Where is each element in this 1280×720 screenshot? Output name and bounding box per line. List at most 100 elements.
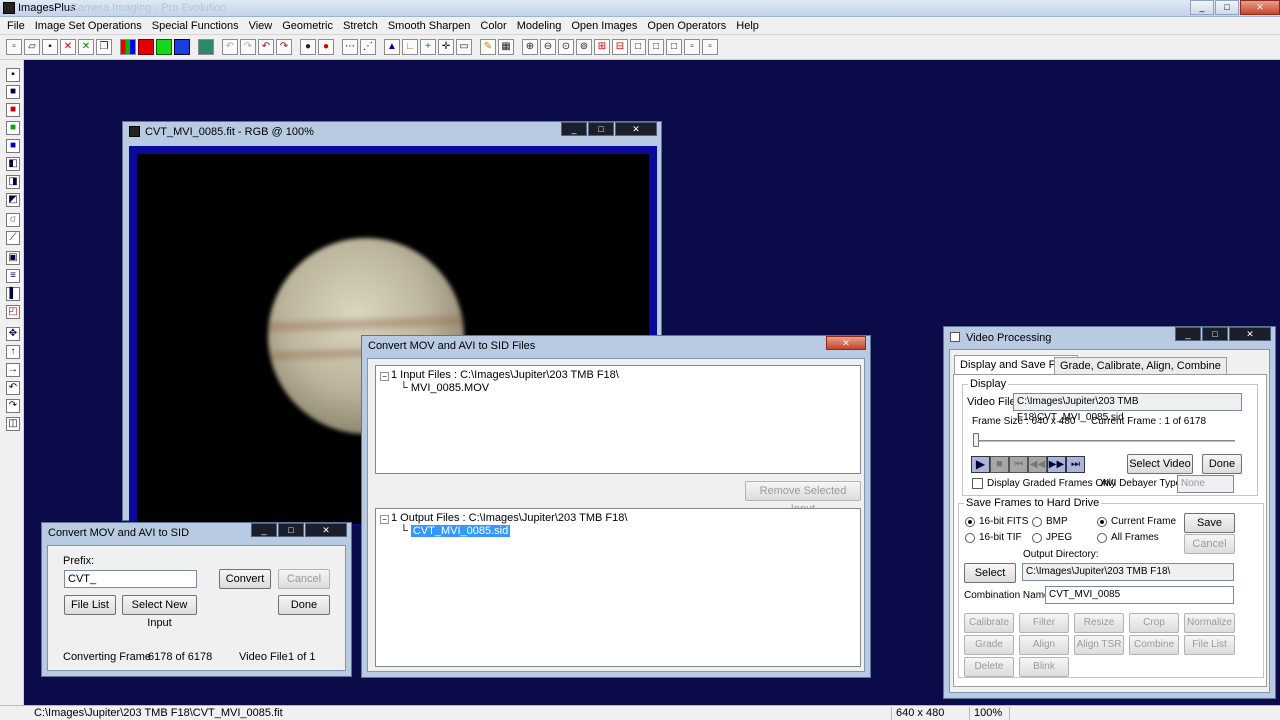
bar-tool-icon[interactable]: ▌ [6,287,20,301]
play-icon[interactable]: ▶ [971,456,990,473]
convert-small-minimize[interactable]: _ [251,523,277,537]
output-files-root[interactable]: −1 Output Files : C:\Images\Jupiter\203 … [380,512,627,524]
image-window-minimize[interactable]: _ [561,122,587,136]
image-window-maximize[interactable]: □ [588,122,614,136]
menu-modeling[interactable]: Modeling [512,18,567,34]
zoom-out-icon[interactable]: ⊖ [540,39,556,55]
last-frame-icon[interactable]: ⏭ [1066,456,1085,473]
video-processing-close[interactable]: ✕ [1229,327,1271,341]
file-list-button[interactable]: File List [1184,635,1235,655]
resize-button[interactable]: Resize [1074,613,1124,633]
cancel-button[interactable]: Cancel [278,569,330,589]
dots-icon[interactable]: ⋯ [342,39,358,55]
zoom-fit-icon[interactable]: ⊙ [558,39,574,55]
copy-icon[interactable]: ❐ [96,39,112,55]
jpeg-radio[interactable] [1032,533,1042,543]
menu-open-images[interactable]: Open Images [566,18,642,34]
menu-geometric[interactable]: Geometric [277,18,338,34]
undo-icon[interactable]: ↶ [222,39,238,55]
grade-button[interactable]: Grade [964,635,1014,655]
save-cancel-button[interactable]: Cancel [1184,534,1235,554]
redo-red-icon[interactable]: ↷ [276,39,292,55]
green-channel-icon[interactable] [156,39,172,55]
crosshair-plus-icon[interactable]: ✛ [438,39,454,55]
minimize-button[interactable]: _ [1190,0,1214,15]
normalize-button[interactable]: Normalize [1184,613,1235,633]
stop-icon[interactable]: ■ [990,456,1009,473]
rotate-left-tool-icon[interactable]: ↶ [6,381,20,395]
output-file-item[interactable]: └ CVT_MVI_0085.sid [400,525,511,537]
graded-only-checkbox[interactable] [972,478,983,489]
debayer-select[interactable]: None [1177,475,1234,493]
plus-box-icon[interactable]: ⊞ [594,39,610,55]
convert-small-close[interactable]: ✕ [305,523,347,537]
menu-image-set-operations[interactable]: Image Set Operations [30,18,147,34]
blink-button[interactable]: Blink [1019,657,1069,677]
align-tsr-button[interactable]: Align TSR [1074,635,1124,655]
minus-box-icon[interactable]: ⊟ [612,39,628,55]
region-tool-icon[interactable]: ◰ [6,305,20,319]
blue-channel-icon[interactable] [174,39,190,55]
close-button[interactable]: ✕ [1240,0,1280,15]
bmp-radio[interactable] [1032,517,1042,527]
green-tool-icon[interactable]: ■ [6,121,20,135]
select-video-button[interactable]: Select Video [1127,454,1193,474]
blue-tool-icon[interactable]: ■ [6,139,20,153]
mirror-tool-icon[interactable]: ◫ [6,417,20,431]
combine-button[interactable]: Combine [1129,635,1179,655]
crop-button[interactable]: Crop [1129,613,1179,633]
close-icon[interactable]: ✕ [60,39,76,55]
maximize-button[interactable]: □ [1215,0,1239,15]
rotate-right-tool-icon[interactable]: ↷ [6,399,20,413]
star-icon[interactable]: ● [300,39,316,55]
frame-slider[interactable] [973,431,1235,449]
convert-small-maximize[interactable]: □ [278,523,304,537]
close-all-icon[interactable]: ✕ [78,39,94,55]
calibrate-button[interactable]: Calibrate [964,613,1014,633]
input-files-root[interactable]: −1 Input Files : C:\Images\Jupiter\203 T… [380,369,619,381]
redo-icon[interactable]: ↷ [240,39,256,55]
move-tool-icon[interactable]: ✥ [6,327,20,341]
filter-button[interactable]: Filter [1019,613,1069,633]
menu-file[interactable]: File [2,18,30,34]
curve-tool-icon[interactable]: ⟋ [6,231,20,245]
image-window-close[interactable]: ✕ [615,122,657,136]
layer3-tool-icon[interactable]: ◩ [6,193,20,207]
save-button[interactable]: Save [1184,513,1235,533]
done-button[interactable]: Done [278,595,330,615]
black-tool-icon[interactable]: ■ [6,85,20,99]
all-frames-radio[interactable] [1097,533,1107,543]
rewind-icon[interactable]: ◀◀ [1028,456,1047,473]
current-frame-radio[interactable] [1097,517,1107,527]
output-files-tree[interactable]: −1 Output Files : C:\Images\Jupiter\203 … [375,508,861,667]
fast-forward-icon[interactable]: ▶▶ [1047,456,1066,473]
align-planet-button[interactable]: Align Planet [1019,635,1069,668]
red-tool-icon[interactable]: ■ [6,103,20,117]
select-directory-button[interactable]: Select [964,563,1016,583]
delete-button[interactable]: Delete [964,657,1014,677]
menu-color[interactable]: Color [475,18,511,34]
gamma-tool-icon[interactable]: σ [6,213,20,227]
box-icon[interactable]: ▭ [456,39,472,55]
red-channel-icon[interactable] [138,39,154,55]
done-button[interactable]: Done [1202,454,1242,474]
lines-tool-icon[interactable]: ≡ [6,269,20,283]
file-list-button[interactable]: File List [64,595,116,615]
frame-tool-icon[interactable]: ▣ [6,251,20,265]
tab-grade-calibrate[interactable]: Grade, Calibrate, Align, Combine [1054,357,1227,375]
open-icon[interactable]: ▱ [24,39,40,55]
input-files-tree[interactable]: −1 Input Files : C:\Images\Jupiter\203 T… [375,365,861,474]
remove-selected-input-button[interactable]: Remove Selected Input [745,481,861,515]
grid-icon[interactable] [198,39,214,55]
menu-open-operators[interactable]: Open Operators [642,18,731,34]
video-processing-minimize[interactable]: _ [1175,327,1201,341]
convert-button[interactable]: Convert [219,569,271,589]
prefix-input[interactable]: CVT_ [64,570,197,588]
save-icon[interactable]: ▪ [42,39,58,55]
square2-icon[interactable]: □ [648,39,664,55]
convert-files-close[interactable]: ✕ [826,336,866,350]
layer2-tool-icon[interactable]: ◨ [6,175,20,189]
arrow-up-tool-icon[interactable]: ↑ [6,345,20,359]
layer-tool-icon[interactable]: ◧ [6,157,20,171]
histogram-icon[interactable]: ▲ [384,39,400,55]
